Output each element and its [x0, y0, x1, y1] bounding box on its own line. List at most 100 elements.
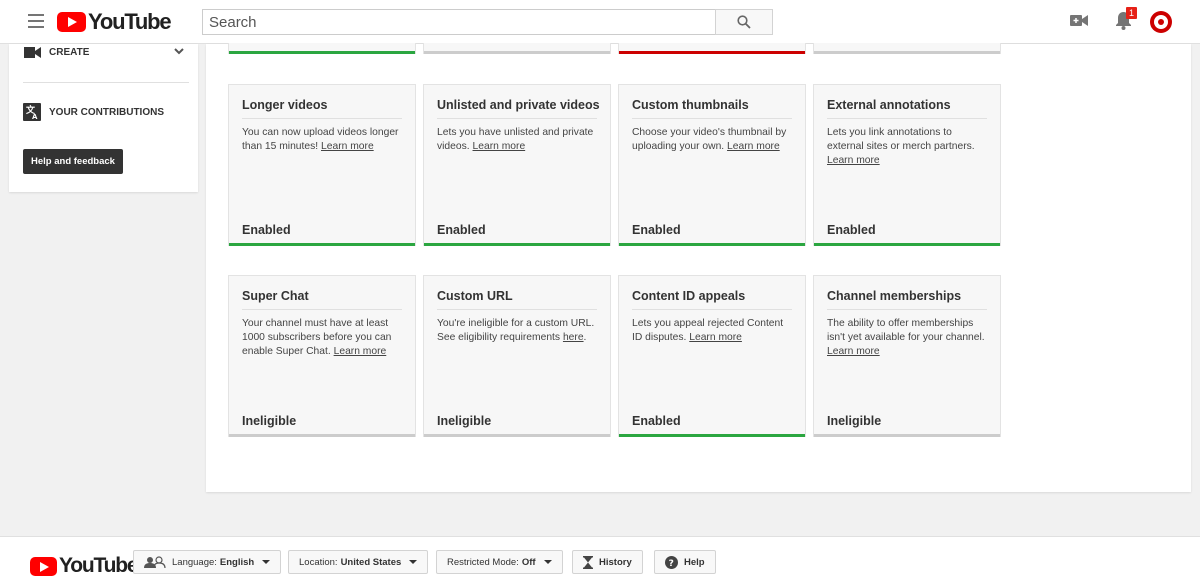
- search-bar: [202, 9, 773, 35]
- status-bar: [814, 434, 1000, 437]
- sidebar-item-label: YOUR CONTRIBUTIONS: [49, 106, 164, 118]
- feature-status: Enabled: [632, 223, 681, 237]
- chevron-down-icon: [173, 45, 185, 60]
- divider: [827, 118, 987, 119]
- feature-description: Lets you appeal rejected Content ID disp…: [632, 318, 784, 343]
- help-label: Help: [684, 556, 705, 568]
- status-bar: [229, 434, 415, 437]
- feature-card-partial: [423, 43, 611, 54]
- help-icon: ?: [665, 555, 678, 569]
- feature-card-content-id-appeals: Content ID appeals Lets you appeal rejec…: [618, 275, 806, 437]
- feature-title: Custom thumbnails: [632, 98, 749, 112]
- dropdown-caret-icon: [409, 560, 418, 564]
- location-value: United States: [340, 556, 402, 568]
- top-header: YouTube 1: [0, 0, 1200, 44]
- video-camera-icon: [23, 45, 41, 59]
- feature-description: Lets you link annotations to external si…: [827, 127, 975, 166]
- notification-badge: 1: [1126, 7, 1138, 19]
- status-bar: [229, 243, 415, 246]
- search-button[interactable]: [715, 9, 773, 35]
- feature-description: You can now upload videos longer than 15…: [242, 127, 399, 152]
- help-button[interactable]: ? Help: [654, 550, 716, 574]
- status-bar: [619, 51, 805, 54]
- logo-text: YouTube: [88, 9, 172, 34]
- menu-icon[interactable]: [28, 14, 44, 28]
- feature-title: Unlisted and private videos: [437, 98, 600, 112]
- youtube-play-icon: [30, 556, 57, 576]
- language-button[interactable]: Language: English: [133, 550, 282, 574]
- divider: [632, 309, 792, 310]
- feature-title: Longer videos: [242, 98, 328, 112]
- divider: [242, 118, 402, 119]
- feature-status: Enabled: [437, 223, 486, 237]
- learn-more-link[interactable]: Learn more: [321, 141, 374, 152]
- learn-more-link[interactable]: Learn more: [334, 346, 387, 357]
- sidebar-item-create[interactable]: CREATE: [23, 45, 185, 59]
- location-button[interactable]: Location: United States: [288, 550, 429, 574]
- sidebar: CREATE 文A YOUR CONTRIBUTIONS Help and fe…: [9, 44, 198, 192]
- restricted-mode-label: Restricted Mode:: [447, 556, 519, 568]
- features-panel: Longer videos You can now upload videos …: [206, 43, 1191, 492]
- feature-status: Ineligible: [827, 414, 882, 428]
- account-avatar[interactable]: [1150, 11, 1172, 33]
- feature-title: External annotations: [827, 98, 951, 112]
- status-bar: [619, 243, 805, 246]
- feature-card-unlisted-private: Unlisted and private videos Lets you hav…: [423, 84, 611, 246]
- dropdown-caret-icon: [543, 560, 552, 564]
- sidebar-item-contributions[interactable]: 文A YOUR CONTRIBUTIONS: [23, 103, 164, 121]
- youtube-logo[interactable]: YouTube: [57, 9, 172, 34]
- language-label: Language:: [172, 556, 217, 568]
- dropdown-caret-icon: [262, 560, 271, 564]
- search-input[interactable]: [202, 9, 715, 35]
- feature-description: Lets you have unlisted and private video…: [437, 127, 594, 152]
- feature-status: Ineligible: [437, 414, 492, 428]
- search-icon: [737, 15, 751, 29]
- eligibility-link[interactable]: here: [563, 332, 584, 343]
- status-bar: [814, 51, 1000, 54]
- status-bar: [619, 434, 805, 437]
- feature-card-custom-thumbnails: Custom thumbnails Choose your video's th…: [618, 84, 806, 246]
- translate-icon: 文A: [23, 103, 41, 121]
- sidebar-divider: [23, 82, 189, 83]
- feature-card-external-annotations: External annotations Lets you link annot…: [813, 84, 1001, 246]
- status-bar: [424, 243, 610, 246]
- feature-card-super-chat: Super Chat Your channel must have at lea…: [228, 275, 416, 437]
- sidebar-item-label: CREATE: [49, 46, 90, 58]
- language-icon: [144, 556, 166, 568]
- feature-card-custom-url: Custom URL You're ineligible for a custo…: [423, 275, 611, 437]
- status-bar: [424, 434, 610, 437]
- svg-text:A: A: [32, 113, 38, 121]
- feature-title: Channel memberships: [827, 289, 962, 303]
- feature-description: You're ineligible for a custom URL. See …: [437, 318, 595, 343]
- history-button[interactable]: History: [572, 550, 643, 574]
- feature-status: Enabled: [632, 414, 681, 428]
- feature-card-channel-memberships: Channel memberships The ability to offer…: [813, 275, 1001, 437]
- feature-description: The ability to offer memberships isn't y…: [827, 318, 985, 357]
- feature-title: Custom URL: [437, 289, 513, 303]
- feature-status: Enabled: [242, 223, 291, 237]
- divider: [437, 118, 597, 119]
- feature-description: Choose your video's thumbnail by uploadi…: [632, 127, 787, 152]
- divider: [437, 309, 597, 310]
- restricted-mode-button[interactable]: Restricted Mode: Off: [436, 550, 563, 574]
- feature-card-partial: [618, 43, 806, 54]
- feature-status: Ineligible: [242, 414, 297, 428]
- feature-title: Content ID appeals: [632, 289, 746, 303]
- learn-more-link[interactable]: Learn more: [727, 141, 780, 152]
- upload-video-icon[interactable]: [1070, 14, 1088, 32]
- learn-more-link[interactable]: Learn more: [689, 332, 742, 343]
- feature-description: Your channel must have at least 1000 sub…: [242, 318, 392, 357]
- feature-title: Super Chat: [242, 289, 309, 303]
- location-label: Location:: [299, 556, 338, 568]
- learn-more-link[interactable]: Learn more: [473, 141, 526, 152]
- footer-youtube-logo[interactable]: YouTube: [30, 554, 139, 576]
- learn-more-link[interactable]: Learn more: [827, 155, 880, 166]
- svg-text:?: ?: [669, 559, 674, 569]
- feature-card-longer-videos: Longer videos You can now upload videos …: [228, 84, 416, 246]
- status-bar: [229, 51, 415, 54]
- learn-more-link[interactable]: Learn more: [827, 346, 880, 357]
- divider: [827, 309, 987, 310]
- history-label: History: [599, 556, 632, 568]
- restricted-mode-value: Off: [521, 556, 536, 568]
- help-and-feedback-button[interactable]: Help and feedback: [23, 149, 123, 174]
